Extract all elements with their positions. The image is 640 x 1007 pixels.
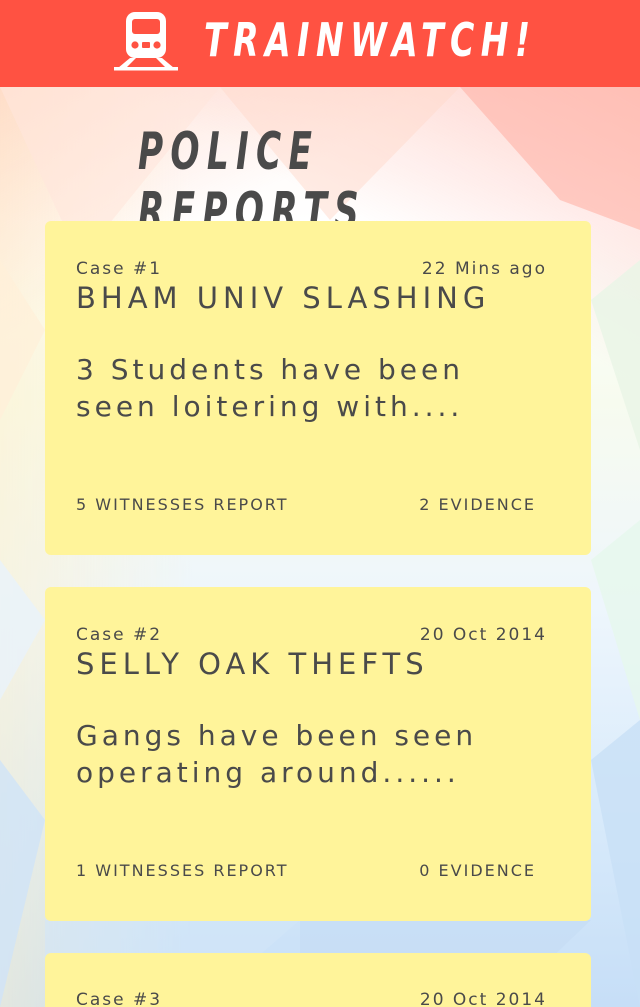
witness-count-link[interactable]: 1 WITNESSES REPORT <box>76 861 289 880</box>
evidence-count-link[interactable]: 2 EVIDENCE <box>419 495 536 514</box>
case-timestamp: 22 Mins ago <box>421 259 547 279</box>
case-description: 3 Students have been seen loitering with… <box>76 353 464 423</box>
case-card-3[interactable]: Case #3 20 Oct 2014 <box>45 953 591 1007</box>
case-card-2[interactable]: Case #2 20 Oct 2014 SELLY OAK THEFTS Gan… <box>45 587 591 921</box>
app-header: TRAINWATCH! <box>0 0 640 87</box>
app-title: TRAINWATCH! <box>204 13 537 67</box>
case-title: BHAM UNIV SLASHING <box>76 281 491 315</box>
case-card-1[interactable]: Case #1 22 Mins ago BHAM UNIV SLASHING 3… <box>45 221 591 555</box>
case-timestamp: 20 Oct 2014 <box>419 625 547 645</box>
case-number: Case #1 <box>76 259 163 279</box>
case-number: Case #3 <box>76 990 163 1007</box>
case-description: Gangs have been seen operating around...… <box>76 719 478 789</box>
train-icon <box>114 12 178 71</box>
case-number: Case #2 <box>76 625 163 645</box>
evidence-count-link[interactable]: 0 EVIDENCE <box>419 861 536 880</box>
case-timestamp: 20 Oct 2014 <box>419 990 547 1007</box>
case-title: SELLY OAK THEFTS <box>76 647 429 681</box>
witness-count-link[interactable]: 5 WITNESSES REPORT <box>76 495 289 514</box>
